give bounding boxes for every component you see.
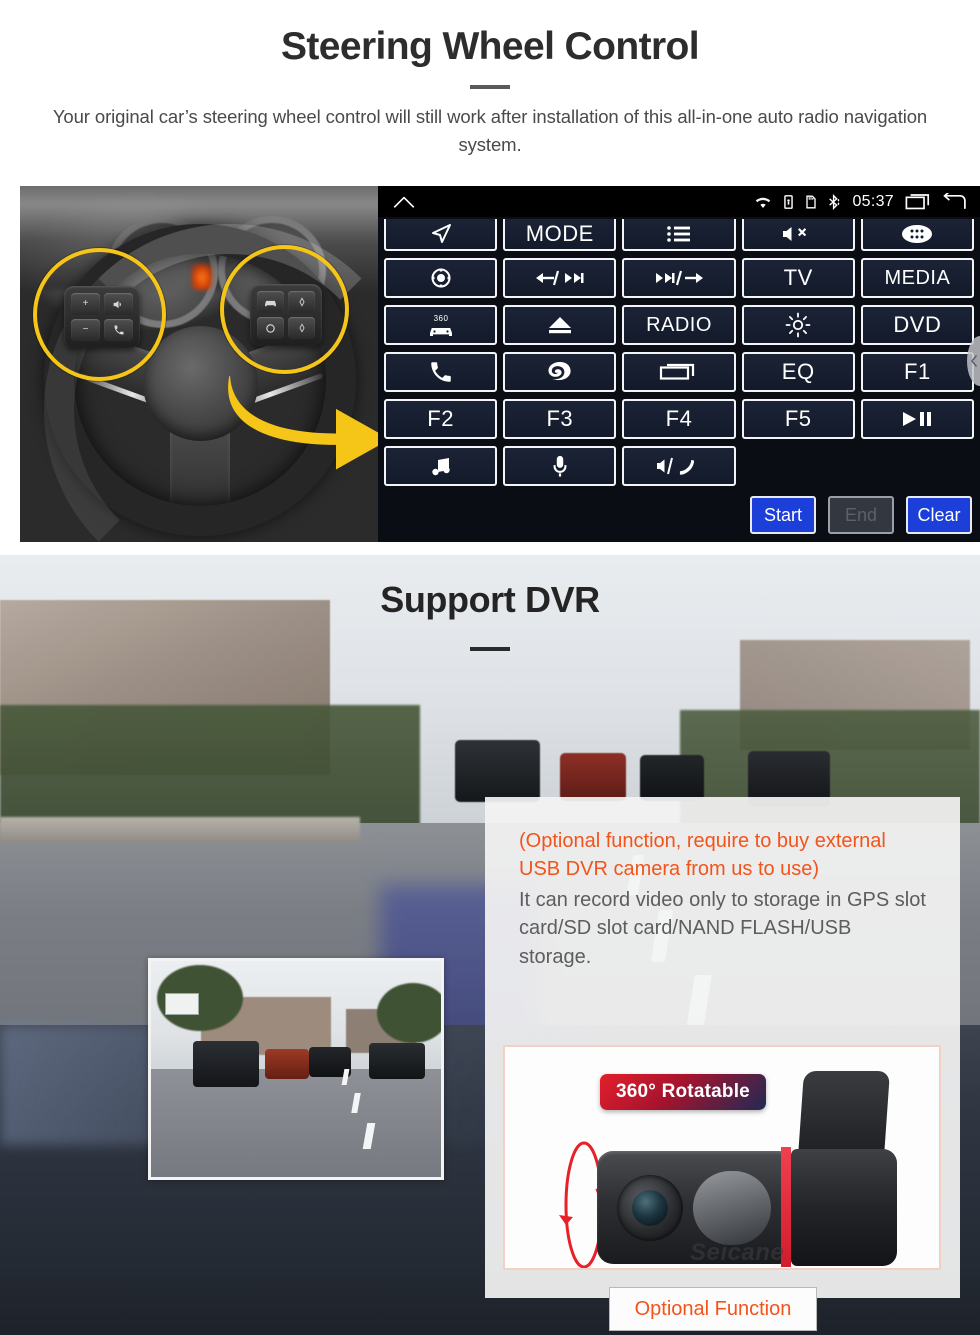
car-ahead-dark <box>640 755 704 801</box>
clear-button[interactable]: Clear <box>906 496 972 534</box>
btn-swirl[interactable] <box>503 352 617 392</box>
btn-brightness[interactable] <box>741 305 855 345</box>
btn-next[interactable] <box>622 258 736 298</box>
product-detail-page: Steering Wheel Control Your original car… <box>0 0 980 1335</box>
learn-actions: Start End Clear <box>750 496 972 534</box>
btn-f1[interactable]: F1 <box>860 352 974 392</box>
btn-display-window[interactable] <box>622 352 736 392</box>
btn-eq[interactable]: EQ <box>741 352 855 392</box>
btn-power-target[interactable] <box>384 258 498 298</box>
battery-lock-icon <box>783 194 794 210</box>
highlight-circle-right <box>220 245 349 374</box>
dvr-card-text: (Optional function, require to buy exter… <box>485 797 960 971</box>
btn-radio[interactable]: RADIO <box>622 305 736 345</box>
preview-car-suv <box>193 1041 259 1087</box>
btn-mute[interactable] <box>741 219 855 251</box>
status-time: 05:37 <box>852 192 894 210</box>
dvr-optional-note: (Optional function, require to buy exter… <box>519 830 886 881</box>
btn-play-pause[interactable] <box>860 399 974 439</box>
preview-car-red <box>265 1049 309 1079</box>
android-status-bar: 05:37 <box>378 186 980 217</box>
btn-media[interactable]: MEDIA <box>860 258 974 298</box>
steering-media-band: + − 05:37 MODE TV MEDIA 360 RADIO DVD EQ… <box>0 186 980 542</box>
btn-f3[interactable]: F3 <box>503 399 617 439</box>
btn-mode[interactable]: MODE <box>503 219 617 251</box>
preview-car-parked <box>369 1043 425 1079</box>
car-ahead-red <box>560 753 626 801</box>
btn-f4[interactable]: F4 <box>622 399 736 439</box>
status-icons: 05:37 <box>754 193 967 211</box>
dvr-preview-thumbnail <box>148 958 444 1180</box>
brand-watermark: Seicane <box>690 1239 785 1266</box>
kerb <box>0 817 360 843</box>
camera-lens <box>632 1190 668 1226</box>
btn-phone[interactable] <box>384 352 498 392</box>
page-title: Steering Wheel Control <box>281 25 700 68</box>
bluetooth-icon <box>828 193 841 210</box>
car-ahead-suv <box>455 740 540 802</box>
panel-bottom-edge <box>378 538 980 542</box>
end-button: End <box>828 496 894 534</box>
back-icon[interactable] <box>942 193 967 210</box>
btn-previous[interactable] <box>503 258 617 298</box>
camera-barrel <box>791 1149 897 1266</box>
camera-product-box: 360° Rotatable Seicane <box>503 1045 941 1270</box>
btn-dvd[interactable]: DVD <box>860 305 974 345</box>
steering-wheel-photo: + − <box>20 186 378 542</box>
steering-key-learn-grid: MODE TV MEDIA 360 RADIO DVD EQ F1 F2 F3 … <box>378 217 980 486</box>
preview-roadsign <box>165 993 199 1015</box>
wifi-icon <box>754 195 772 209</box>
recent-apps-icon[interactable] <box>905 193 931 210</box>
btn-navigation[interactable] <box>384 219 498 251</box>
btn-app-drawer[interactable] <box>860 219 974 251</box>
svg-text:360: 360 <box>433 314 448 323</box>
btn-music[interactable] <box>384 446 498 486</box>
btn-f2[interactable]: F2 <box>384 399 498 439</box>
steering-section-header: Steering Wheel Control Your original car… <box>0 0 980 186</box>
dvr-title-divider <box>470 647 510 651</box>
btn-volume-hangup[interactable] <box>622 446 736 486</box>
btn-tv[interactable]: TV <box>741 258 855 298</box>
dvr-section: Support DVR (Optional function, require … <box>0 555 980 1335</box>
camera-mount-bracket <box>797 1071 891 1157</box>
btn-f5[interactable]: F5 <box>741 399 855 439</box>
dvr-storage-note: It can record video only to storage in G… <box>519 888 926 968</box>
btn-eject[interactable] <box>503 305 617 345</box>
sd-card-icon <box>805 194 817 210</box>
page-subtitle: Your original car’s steering wheel contr… <box>52 105 928 155</box>
highlight-circle-left <box>33 248 166 381</box>
btn-list-menu[interactable] <box>622 219 736 251</box>
dvr-title: Support DVR <box>380 579 600 620</box>
rotatable-badge: 360° Rotatable <box>600 1074 766 1110</box>
btn-360-camera[interactable]: 360 <box>384 305 498 345</box>
home-icon[interactable] <box>391 194 417 210</box>
btn-microphone[interactable] <box>503 446 617 486</box>
dvr-info-card: (Optional function, require to buy exter… <box>485 797 960 1331</box>
preview-tree-right <box>377 983 441 1043</box>
start-button[interactable]: Start <box>750 496 816 534</box>
optional-function-button[interactable]: Optional Function <box>609 1287 817 1331</box>
head-unit-screen: 05:37 MODE TV MEDIA 360 RADIO DVD EQ F1 … <box>378 186 980 542</box>
yellow-arrow-icon <box>228 376 378 470</box>
camera-face-plate <box>693 1171 771 1245</box>
